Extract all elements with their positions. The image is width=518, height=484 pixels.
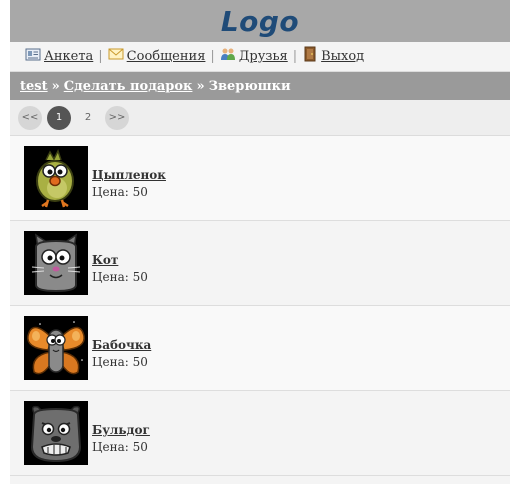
cat-icon[interactable]	[24, 231, 88, 295]
pagination-page-2[interactable]: 2	[76, 106, 100, 130]
item-name-link[interactable]: Бабочка	[92, 337, 151, 354]
site-header: Logo	[10, 0, 510, 42]
pagination-page-1[interactable]: 1	[47, 105, 71, 130]
nav-messages-label: Сообщения	[126, 49, 206, 64]
breadcrumb-gift-link[interactable]: Сделать подарок	[64, 79, 193, 94]
profile-card-icon	[25, 46, 41, 62]
nav-separator: |	[98, 49, 103, 64]
exit-door-icon	[302, 46, 318, 62]
item-info: Кот Цена: 50	[92, 252, 148, 286]
nav-exit-label: Выход	[321, 49, 365, 64]
nav-separator: |	[210, 49, 215, 64]
butterfly-icon[interactable]	[24, 316, 88, 380]
breadcrumb: test » Сделать подарок » Зверюшки	[10, 72, 510, 100]
item-name-link[interactable]: Кот	[92, 252, 148, 269]
envelope-icon	[108, 46, 124, 62]
item-price: Цена: 50	[92, 440, 148, 454]
pagination-next-button[interactable]: >>	[105, 105, 129, 130]
item-price: Цена: 50	[92, 185, 148, 199]
chick-icon[interactable]	[24, 146, 88, 210]
logo[interactable]: Logo	[221, 5, 299, 38]
item-info: Бульдог Цена: 50	[92, 422, 150, 456]
page: Logo Анкета | Сообщения | Друзья | Выход…	[10, 0, 510, 484]
bulldog-icon[interactable]	[24, 401, 88, 465]
pagination: << 1 2 >>	[10, 100, 510, 136]
breadcrumb-current: Зверюшки	[208, 78, 291, 94]
breadcrumb-separator: »	[51, 78, 60, 94]
nav-profile-link[interactable]: Анкета	[25, 46, 94, 65]
nav-exit-link[interactable]: Выход	[302, 46, 365, 65]
list-item: Бульдог Цена: 50	[10, 391, 510, 476]
item-info: Бабочка Цена: 50	[92, 337, 151, 371]
top-navigation: Анкета | Сообщения | Друзья | Выход	[10, 42, 510, 72]
friends-icon	[220, 46, 236, 62]
item-name-link[interactable]: Цыпленок	[92, 167, 166, 184]
nav-friends-link[interactable]: Друзья	[220, 46, 288, 65]
nav-friends-label: Друзья	[238, 49, 288, 64]
list-item: Бабочка Цена: 50	[10, 306, 510, 391]
item-price: Цена: 50	[92, 355, 148, 369]
item-price: Цена: 50	[92, 270, 148, 284]
item-info: Цыпленок Цена: 50	[92, 167, 166, 201]
item-name-link[interactable]: Бульдог	[92, 422, 150, 439]
nav-separator: |	[292, 49, 298, 64]
pagination-prev-button[interactable]: <<	[18, 105, 42, 130]
breadcrumb-user-link[interactable]: test	[20, 79, 48, 94]
nav-messages-link[interactable]: Сообщения	[108, 46, 206, 65]
nav-profile-label: Анкета	[44, 49, 94, 64]
list-item: Цыпленок Цена: 50	[10, 136, 510, 221]
list-item: Кот Цена: 50	[10, 221, 510, 306]
gift-list: Цыпленок Цена: 50 Кот Цена: 50 Бабочка Ц…	[10, 136, 510, 476]
breadcrumb-separator: »	[196, 78, 205, 94]
